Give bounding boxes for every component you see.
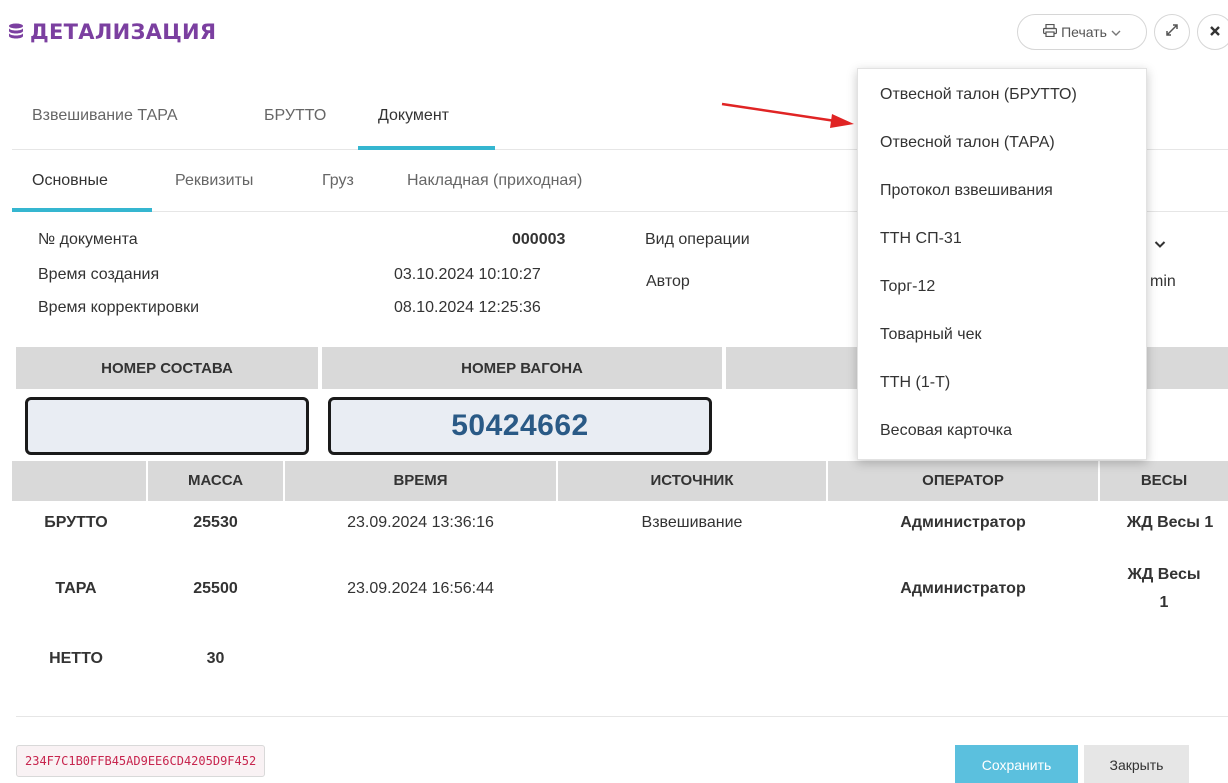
row-type-tara: ТАРА [55, 580, 97, 597]
row-time: 23.09.2024 16:56:44 [347, 580, 494, 597]
close-button[interactable] [1197, 14, 1228, 50]
col-operator: ОПЕРАТОР [922, 472, 1004, 489]
menu-item-weight-card[interactable]: Весовая карточка [858, 407, 1148, 455]
col-source: ИСТОЧНИК [650, 472, 734, 489]
tab-requisites[interactable]: Реквизиты [155, 152, 273, 212]
train-number-header: НОМЕР СОСТАВА [16, 347, 318, 389]
wagon-number-input[interactable]: 50424662 [328, 397, 712, 455]
row-operator: Администратор [900, 580, 1026, 597]
print-label: Печать [1061, 24, 1107, 40]
row-time: 23.09.2024 13:36:16 [347, 514, 494, 531]
row-scales-line1: ЖД Весы [1127, 566, 1201, 583]
row-scales: ЖД Весы 1 [1126, 514, 1214, 531]
row-mass: 30 [206, 650, 225, 667]
created-label: Время создания [38, 266, 160, 283]
row-operator: Администратор [900, 514, 1026, 531]
menu-item-weigh-ticket-brutto[interactable]: Отвесной талон (БРУТТО) [858, 71, 1148, 119]
menu-item-ttn-1t[interactable]: ТТН (1-Т) [858, 359, 1148, 407]
annotation-arrow-icon [721, 102, 854, 128]
menu-item-sales-receipt[interactable]: Товарный чек [858, 311, 1148, 359]
row-type-brutto: БРУТТО [44, 514, 108, 531]
modified-label: Время корректировки [38, 299, 200, 316]
col-scales: ВЕСЫ [1140, 472, 1188, 489]
train-number-input[interactable] [25, 397, 309, 455]
print-button[interactable]: Печать [1017, 14, 1147, 50]
row-mass: 25500 [193, 580, 238, 597]
author-value: min [1150, 273, 1176, 290]
author-label: Автор [646, 273, 690, 290]
tab-document[interactable]: Документ [358, 90, 495, 150]
tab-brutto[interactable]: БРУТТО [244, 90, 346, 150]
menu-item-ttn-sp31[interactable]: ТТН СП-31 [858, 215, 1148, 263]
row-source: Взвешивание [641, 514, 743, 531]
row-type-netto: НЕТТО [49, 650, 103, 667]
tab-main[interactable]: Основные [12, 152, 152, 212]
created-value: 03.10.2024 10:10:27 [394, 266, 541, 283]
tab-cargo[interactable]: Груз [302, 152, 374, 212]
document-hash: 234F7C1B0FFB45AD9EE6CD4205D9F452 [16, 745, 266, 777]
modified-value: 08.10.2024 12:25:36 [394, 299, 541, 316]
expand-icon [1165, 23, 1179, 41]
close-footer-button[interactable]: Закрыть [1084, 745, 1189, 783]
operation-chevron-icon[interactable] [1154, 236, 1166, 254]
tab-invoice[interactable]: Накладная (приходная) [387, 152, 602, 212]
expand-button[interactable] [1154, 14, 1190, 50]
database-icon [8, 23, 24, 41]
print-dropdown-menu: Отвесной талон (БРУТТО) Отвесной талон (… [857, 68, 1147, 460]
col-time: ВРЕМЯ [393, 472, 448, 489]
modal-header: ДЕТАЛИЗАЦИЯ Печать [0, 0, 1228, 70]
doc-number-label: № документа [38, 231, 138, 248]
close-icon [1209, 24, 1221, 41]
doc-number-value: 000003 [512, 231, 566, 248]
save-button[interactable]: Сохранить [955, 745, 1078, 783]
col-mass: МАССА [187, 472, 244, 489]
wagon-number-value: 50424662 [451, 409, 589, 442]
page-title: ДЕТАЛИЗАЦИЯ [8, 20, 216, 44]
operation-label: Вид операции [645, 231, 750, 248]
menu-item-weighing-protocol[interactable]: Протокол взвешивания [858, 167, 1148, 215]
row-mass: 25530 [193, 514, 238, 531]
footer-divider [16, 716, 1228, 717]
chevron-down-icon [1111, 24, 1121, 40]
printer-icon [1043, 23, 1058, 40]
menu-item-weigh-ticket-tara[interactable]: Отвесной талон (ТАРА) [858, 119, 1148, 167]
wagon-number-header: НОМЕР ВАГОНА [322, 347, 722, 389]
menu-item-torg12[interactable]: Торг-12 [858, 263, 1148, 311]
row-scales-line2: 1 [1159, 594, 1169, 611]
title-text: ДЕТАЛИЗАЦИЯ [30, 20, 217, 44]
tab-tare-weighing[interactable]: Взвешивание ТАРА [12, 90, 198, 150]
